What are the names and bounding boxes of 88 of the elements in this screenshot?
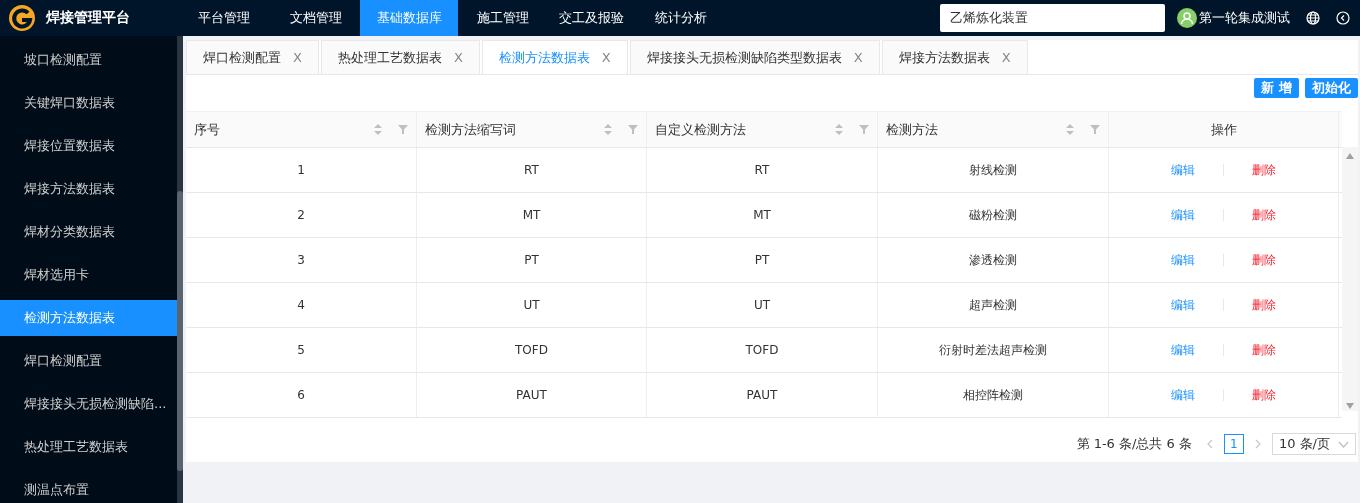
app-title: 焊接管理平台 xyxy=(46,9,130,27)
nav-tab[interactable]: 交工及报验 xyxy=(547,0,636,36)
page-tab[interactable]: 焊接方法数据表 X xyxy=(881,40,1028,74)
table-cell: 4 xyxy=(186,283,417,327)
table-cell: MT xyxy=(647,193,878,237)
delete-link[interactable]: 删除 xyxy=(1252,251,1276,269)
table-cell: 渗透检测 xyxy=(878,238,1109,282)
delete-link[interactable]: 删除 xyxy=(1252,386,1276,404)
table-cell: 相控阵检测 xyxy=(878,373,1109,417)
close-icon[interactable]: X xyxy=(1001,50,1011,65)
sidebar-item[interactable]: 焊材分类数据表 xyxy=(0,210,177,253)
header-label: 操作 xyxy=(1210,120,1237,139)
close-icon[interactable]: X xyxy=(853,50,863,65)
tab-label[interactable]: 焊接接头无损检测缺陷类型数据表 xyxy=(646,48,842,67)
header-label: 检测方法缩写词 xyxy=(425,120,516,139)
scroll-down-icon[interactable] xyxy=(1346,403,1354,409)
filter-icon[interactable] xyxy=(398,125,408,134)
header-label: 自定义检测方法 xyxy=(655,120,746,139)
table-cell: PAUT xyxy=(417,373,647,417)
filter-icon[interactable] xyxy=(1090,125,1100,134)
header-label: 检测方法 xyxy=(886,120,938,139)
tab-label[interactable]: 热处理工艺数据表 xyxy=(337,48,442,67)
project-field[interactable]: 乙烯炼化装置 xyxy=(940,4,1165,32)
chevron-down-icon xyxy=(1338,440,1349,448)
sidebar-item[interactable]: 关键焊口数据表 xyxy=(0,81,177,124)
table-scrollbar[interactable] xyxy=(1342,147,1358,411)
table-cell: 超声检测 xyxy=(878,283,1109,327)
prev-page-icon[interactable] xyxy=(1205,439,1214,449)
page-tab[interactable]: 检测方法数据表 X xyxy=(481,40,628,74)
table-cell: PT xyxy=(417,238,647,282)
logo-icon xyxy=(8,4,36,32)
table-cell: 5 xyxy=(186,328,417,372)
close-icon[interactable]: X xyxy=(453,50,463,65)
sidebar-item[interactable]: 测温点布置 xyxy=(0,468,177,503)
next-page-icon[interactable] xyxy=(1253,439,1262,449)
avatar-icon[interactable] xyxy=(1177,8,1197,28)
sidebar-item[interactable]: 焊接位置数据表 xyxy=(0,124,177,167)
close-icon[interactable]: X xyxy=(601,50,611,65)
table-cell: 6 xyxy=(186,373,417,417)
table-cell: MT xyxy=(417,193,647,237)
sidebar-item[interactable]: 焊口检测配置 xyxy=(0,339,177,382)
sort-icon[interactable] xyxy=(1066,124,1074,135)
scroll-up-icon[interactable] xyxy=(1346,153,1354,159)
tab-label[interactable]: 焊口检测配置 xyxy=(203,48,281,67)
page-tab[interactable]: 焊口检测配置 X xyxy=(186,40,319,74)
scrollbar-thumb[interactable] xyxy=(177,191,183,471)
close-icon[interactable]: X xyxy=(293,50,302,65)
sidebar-item[interactable]: 焊材选用卡 xyxy=(0,253,177,296)
table-cell: 2 xyxy=(186,193,417,237)
table-cell: RT xyxy=(647,148,878,192)
table-cell: 射线检测 xyxy=(878,148,1109,192)
sidebar-item[interactable]: 坡口检测配置 xyxy=(0,38,177,81)
back-icon[interactable] xyxy=(1336,11,1350,25)
user-name[interactable]: 第一轮集成测试 xyxy=(1199,9,1290,27)
delete-link[interactable]: 删除 xyxy=(1252,161,1276,179)
tab-label[interactable]: 焊接方法数据表 xyxy=(898,48,990,67)
sidebar-item[interactable]: 焊接方法数据表 xyxy=(0,167,177,210)
nav-tab[interactable]: 文档管理 xyxy=(271,0,360,36)
header-label: 序号 xyxy=(194,120,220,139)
delete-link[interactable]: 删除 xyxy=(1252,341,1276,359)
table-cell: RT xyxy=(417,148,647,192)
table-cell: TOFD xyxy=(647,328,878,372)
table-cell: 磁粉检测 xyxy=(878,193,1109,237)
table-cell: UT xyxy=(417,283,647,327)
table-cell: PT xyxy=(647,238,878,282)
page-tab[interactable]: 热处理工艺数据表 X xyxy=(320,40,480,74)
table-cell: 1 xyxy=(186,148,417,192)
table-cell: 3 xyxy=(186,238,417,282)
sort-icon[interactable] xyxy=(835,124,843,135)
pagination-summary: 第 1-6 条/总共 6 条 xyxy=(1076,435,1192,453)
table-cell: TOFD xyxy=(417,328,647,372)
table-cell: 衍射时差法超声检测 xyxy=(878,328,1109,372)
page-tab[interactable]: 焊接接头无损检测缺陷类型数据表 X xyxy=(629,40,880,74)
page-size-select[interactable]: 10 条/页 xyxy=(1271,433,1356,455)
delete-link[interactable]: 删除 xyxy=(1252,206,1276,224)
nav-tab[interactable]: 统计分析 xyxy=(636,0,725,36)
table-cell: UT xyxy=(647,283,878,327)
nav-tab[interactable]: 平台管理 xyxy=(177,0,271,36)
table-cell: PAUT xyxy=(647,373,878,417)
sidebar-item[interactable]: 热处理工艺数据表 xyxy=(0,425,177,468)
filter-icon[interactable] xyxy=(628,125,638,134)
sort-icon[interactable] xyxy=(374,124,382,135)
delete-link[interactable]: 删除 xyxy=(1252,296,1276,314)
sort-icon[interactable] xyxy=(604,124,612,135)
globe-icon[interactable] xyxy=(1306,11,1320,25)
filter-icon[interactable] xyxy=(859,125,869,134)
sidebar-item[interactable]: 焊接接头无损检测缺陷... xyxy=(0,382,177,425)
nav-tab[interactable]: 施工管理 xyxy=(458,0,547,36)
